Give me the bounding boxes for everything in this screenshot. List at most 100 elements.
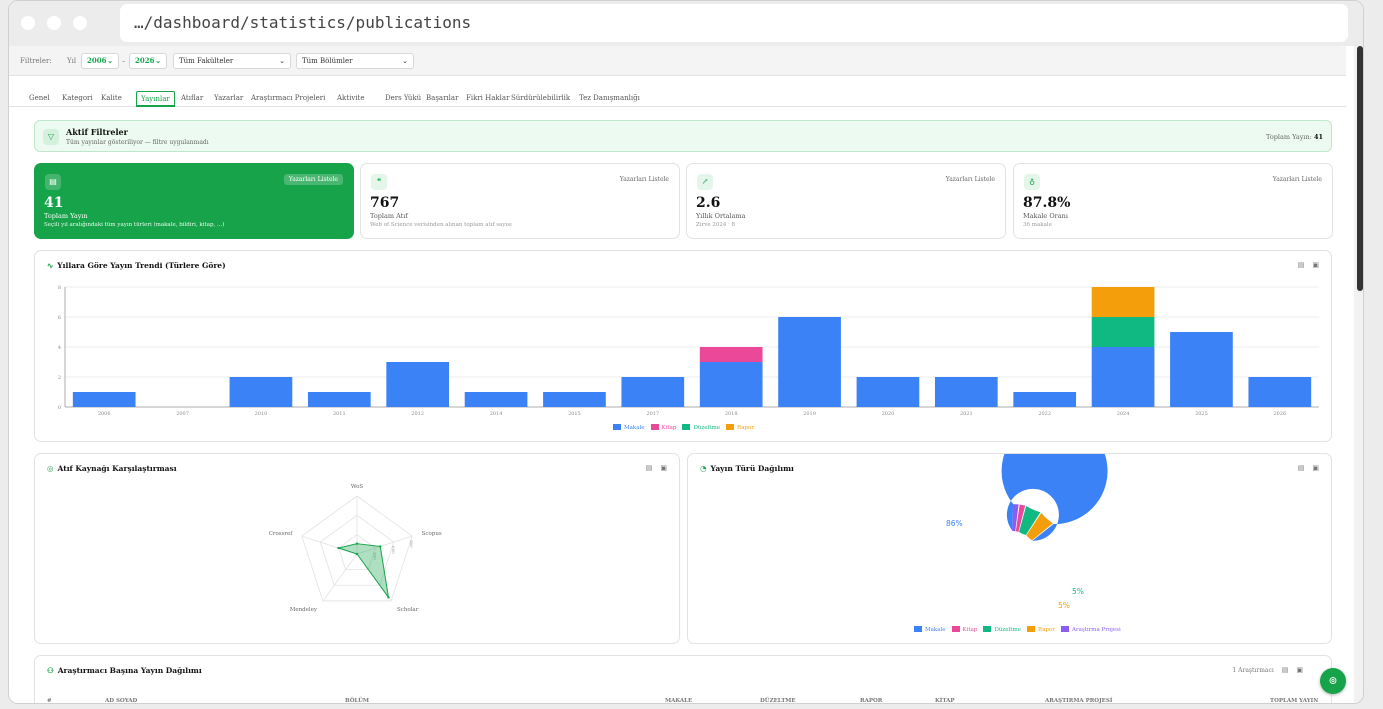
legend-swatch	[951, 626, 960, 632]
legend-item-rapor[interactable]: Rapor	[1026, 626, 1055, 633]
legend-item-düzeltme[interactable]: Düzeltme	[682, 424, 720, 431]
radar-point-mendeley[interactable]	[355, 552, 359, 556]
list-authors-button[interactable]: Yazarları Listele	[1273, 176, 1322, 183]
radar-series-area[interactable]	[336, 543, 389, 598]
legend-label: Araştırma Projesi	[1072, 626, 1121, 633]
researcher-actions: 1 Araştırmacı ▤ ▣	[1224, 666, 1303, 674]
help-button[interactable]: ⊚	[1320, 668, 1346, 694]
bar-makale-2015[interactable]	[543, 392, 606, 407]
legend-swatch	[1026, 626, 1035, 632]
x-tick-label: 2026	[1273, 411, 1286, 417]
bar-makale-2006[interactable]	[72, 392, 136, 407]
year-from-select[interactable]: 2006 ⌄	[81, 53, 119, 69]
department-value: Tüm Bölümler	[302, 57, 353, 65]
year-from-value: 2006	[87, 56, 107, 65]
kpi-description: Seçili yıl aralığındaki tüm yayın türler…	[44, 222, 225, 228]
bar-rapor-2024[interactable]	[1091, 287, 1155, 317]
x-tick-label: 2024	[1117, 411, 1130, 417]
chevron-down-icon: ⌄	[279, 57, 285, 65]
department-select[interactable]: Tüm Bölümler ⌄	[296, 53, 414, 69]
x-tick-label: 2025	[1195, 411, 1208, 417]
users-icon: ⚇	[47, 666, 54, 675]
bar-makale-2011[interactable]	[307, 392, 371, 407]
kpi-value: 2.6	[696, 195, 721, 211]
bar-makale-2026[interactable]	[1248, 377, 1312, 407]
donut-value-label: 5%	[1058, 601, 1070, 610]
bar-makale-2021[interactable]	[934, 377, 998, 407]
list-authors-button[interactable]: Yazarları Listele	[620, 176, 669, 183]
x-tick-label: 2006	[98, 411, 111, 417]
legend-item-makale[interactable]: Makale	[914, 626, 946, 633]
legend-swatch	[613, 424, 621, 430]
legend-item-kitap[interactable]: Kitap	[650, 424, 676, 431]
range-separator: –	[122, 57, 126, 65]
list-authors-button[interactable]: Yazarları Listele	[946, 176, 995, 183]
export-icon[interactable]: ▣	[1296, 666, 1303, 674]
column-header: KİTAP	[935, 698, 955, 704]
bar-makale-2014[interactable]	[464, 392, 528, 407]
legend-item-kitap[interactable]: Kitap	[951, 626, 978, 633]
bar-makale-2019[interactable]	[778, 317, 841, 407]
list-authors-button[interactable]: Yazarları Listele	[283, 174, 343, 185]
legend-item-rapor[interactable]: Rapor	[725, 424, 754, 431]
faculty-value: Tüm Fakülteler	[179, 57, 234, 65]
legend-label: Kitap	[962, 626, 978, 633]
citation-source-card: ◎ Atıf Kaynağı Karşılaştırması ▤ ▣ WoS Scop…	[34, 453, 680, 644]
tab-başarılar[interactable]: Başarılar	[426, 91, 458, 107]
legend-swatch	[1061, 626, 1069, 632]
year-to-select[interactable]: 2026 ⌄	[129, 53, 167, 69]
tab-atıflar[interactable]: Atıflar	[181, 91, 203, 107]
bar-makale-2025[interactable]	[1170, 332, 1233, 407]
tab-araştırmacı-projeleri[interactable]: Araştırmacı Projeleri	[251, 91, 325, 107]
scrollbar-thumb[interactable]	[1357, 46, 1363, 291]
tab-kalite[interactable]: Kalite	[101, 91, 122, 107]
radar-ring-label: 900	[409, 540, 414, 548]
radar-point-crossref[interactable]	[337, 546, 340, 550]
legend-label: Düzeltme	[693, 424, 720, 431]
x-tick-label: 2012	[411, 411, 424, 417]
bar-makale-2024[interactable]	[1091, 347, 1155, 407]
bar-makale-2018[interactable]	[699, 362, 763, 407]
legend-item-düzeltme[interactable]: Düzeltme	[983, 626, 1021, 633]
address-bar[interactable]: …/dashboard/statistics/publications	[120, 4, 1348, 42]
tab-yazarlar[interactable]: Yazarlar	[214, 91, 243, 107]
titlebar: …/dashboard/statistics/publications	[9, 1, 1363, 46]
y-tick-label: 6	[58, 315, 61, 321]
tab-ders-yükü[interactable]: Ders Yükü	[385, 91, 421, 107]
tab-fikri-haklar[interactable]: Fikri Haklar	[466, 91, 509, 107]
radar-point-wos[interactable]	[355, 542, 359, 545]
legend-swatch	[682, 424, 691, 430]
tab-genel[interactable]: Genel	[29, 91, 50, 107]
bar-düzeltme-2024[interactable]	[1091, 317, 1155, 347]
column-header: RAPOR	[860, 698, 883, 704]
window-zoom-dot[interactable]	[73, 16, 87, 30]
tab-yayınlar[interactable]: Yayınlar	[136, 91, 175, 107]
document-icon: ▤	[45, 174, 61, 190]
legend-item-makale[interactable]: Makale	[613, 424, 645, 431]
bar-kitap-2018[interactable]	[699, 347, 763, 362]
tab-tez-danışmanlığı[interactable]: Tez Danışmanlığı	[579, 91, 640, 107]
legend-item-araştırma-projesi[interactable]: Araştırma Projesi	[1061, 626, 1121, 633]
window-minimize-dot[interactable]	[47, 16, 61, 30]
kpi-card: ♁ Yazarları Listele 87.8% Makale Oranı 36 ma…	[1013, 163, 1333, 239]
tab-aktivite[interactable]: Aktivite	[337, 91, 365, 107]
bar-makale-2017[interactable]	[621, 377, 685, 407]
donut-value-label: 5%	[1072, 587, 1084, 596]
page-content: Filtreler: Yıl 2006 ⌄ – 2026 ⌄ Tüm Fakülte…	[9, 46, 1346, 704]
tab-sürdürülebilirlik[interactable]: Sürdürülebilirlik	[511, 91, 570, 107]
kpi-label: Toplam Yayın	[44, 212, 88, 220]
donut-value-label: 86%	[946, 519, 963, 528]
bar-makale-2022[interactable]	[1013, 392, 1077, 407]
tab-kategori[interactable]: Kategori	[62, 91, 93, 107]
total-label: Toplam Yayın:	[1265, 133, 1312, 141]
window-close-dot[interactable]	[21, 16, 35, 30]
radar-point-scopus[interactable]	[379, 545, 382, 548]
bar-makale-2010[interactable]	[229, 377, 293, 407]
bar-makale-2020[interactable]	[856, 377, 920, 407]
radar-point-scholar[interactable]	[387, 596, 390, 599]
faculty-select[interactable]: Tüm Fakülteler ⌄	[173, 53, 291, 69]
total-value: 41	[1313, 133, 1323, 141]
chevron-down-icon: ⌄	[107, 56, 113, 65]
bar-makale-2012[interactable]	[386, 362, 450, 407]
download-icon[interactable]: ▤	[1282, 666, 1289, 674]
